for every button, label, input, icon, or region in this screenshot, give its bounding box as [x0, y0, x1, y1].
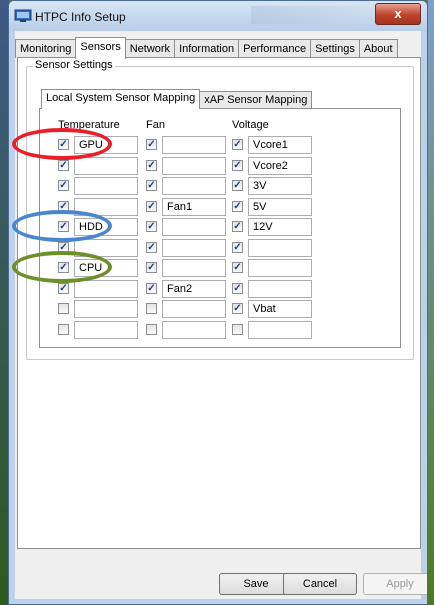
- voltage-checkbox[interactable]: ✓: [232, 303, 243, 314]
- temperature-sensor-field[interactable]: [74, 156, 138, 175]
- tab-local-sensor-mapping[interactable]: Local System Sensor Mapping: [41, 89, 201, 109]
- apply-button[interactable]: Apply: [363, 573, 427, 595]
- voltage-sensor-field[interactable]: 12V: [248, 218, 312, 236]
- fan-checkbox[interactable]: ✓: [146, 221, 157, 232]
- tab-xap-sensor-mapping[interactable]: xAP Sensor Mapping: [199, 91, 313, 108]
- fan-sensor-field[interactable]: Fan2: [162, 279, 226, 298]
- fan-checkbox[interactable]: ✓: [146, 159, 157, 171]
- voltage-sensor-field[interactable]: Vcore2: [248, 156, 312, 175]
- voltage-sensor-field[interactable]: Vcore1: [248, 136, 312, 154]
- inner-tab-strip: Local System Sensor Mapping xAP Sensor Ma…: [41, 89, 313, 109]
- tab-monitoring[interactable]: Monitoring: [15, 39, 77, 58]
- voltage-checkbox[interactable]: ✓: [232, 200, 243, 212]
- sensor-row: [40, 320, 400, 340]
- fan-checkbox[interactable]: ✓: [146, 139, 157, 150]
- voltage-checkbox[interactable]: ✓: [232, 282, 243, 294]
- title-bar[interactable]: HTPC Info Setup x: [9, 1, 427, 31]
- fan-checkbox[interactable]: [146, 323, 157, 335]
- dialog-client-area: Monitoring Sensors Network Information Perfo…: [12, 31, 427, 599]
- voltage-sensor-field[interactable]: [248, 320, 312, 339]
- voltage-sensor-field[interactable]: [248, 259, 312, 277]
- tab-information[interactable]: Information: [174, 39, 240, 58]
- voltage-checkbox[interactable]: ✓: [232, 159, 243, 171]
- voltage-sensor-field[interactable]: [248, 279, 312, 298]
- tab-settings[interactable]: Settings: [310, 39, 360, 58]
- fan-sensor-field[interactable]: [162, 238, 226, 257]
- tab-sensors[interactable]: Sensors: [75, 37, 126, 59]
- background-window-ghost: [251, 6, 371, 24]
- fan-sensor-field[interactable]: [162, 320, 226, 339]
- voltage-checkbox[interactable]: ✓: [232, 262, 243, 273]
- highlight-ring-annotation: [12, 251, 112, 283]
- voltage-sensor-field[interactable]: 5V: [248, 197, 312, 216]
- highlight-ring-annotation: [12, 210, 112, 242]
- fan-header: Fan: [146, 119, 165, 131]
- voltage-checkbox[interactable]: ✓: [232, 221, 243, 232]
- app-window: HTPC Info Setup x Monitoring Sensors Netwo…: [8, 0, 428, 605]
- temperature-sensor-field[interactable]: [74, 279, 138, 298]
- sensor-row: ✓ ✓ ✓ 3V: [40, 176, 400, 196]
- temperature-sensor-field[interactable]: [74, 300, 138, 318]
- close-button[interactable]: x: [375, 3, 421, 25]
- fan-checkbox[interactable]: ✓: [146, 262, 157, 273]
- save-button[interactable]: Save: [219, 573, 293, 595]
- voltage-sensor-field[interactable]: [248, 238, 312, 257]
- fan-sensor-field[interactable]: Fan1: [162, 197, 226, 216]
- fan-checkbox[interactable]: ✓: [146, 180, 157, 191]
- fan-checkbox[interactable]: ✓: [146, 200, 157, 212]
- voltage-checkbox[interactable]: [232, 323, 243, 335]
- temperature-sensor-field[interactable]: [74, 177, 138, 195]
- fan-checkbox[interactable]: ✓: [146, 241, 157, 253]
- fan-sensor-field[interactable]: [162, 177, 226, 195]
- temperature-checkbox[interactable]: ✓: [58, 180, 69, 191]
- voltage-sensor-field[interactable]: 3V: [248, 177, 312, 195]
- temperature-checkbox[interactable]: ✓: [58, 159, 69, 171]
- sensors-tab-panel: Sensor Settings Local System Sensor Mapp…: [12, 57, 421, 549]
- window-title: HTPC Info Setup: [35, 10, 126, 24]
- voltage-checkbox[interactable]: ✓: [232, 241, 243, 253]
- fan-checkbox[interactable]: [146, 303, 157, 314]
- voltage-checkbox[interactable]: ✓: [232, 139, 243, 150]
- sensor-mapping-panel: Temperature Fan Voltage ✓ GPU ✓ ✓ Vcore1 ✓ ✓ ✓ V…: [12, 108, 401, 348]
- sensor-row: ✓ Vbat: [40, 299, 400, 319]
- voltage-sensor-field[interactable]: Vbat: [248, 300, 312, 318]
- fan-sensor-field[interactable]: [162, 259, 226, 277]
- fan-sensor-field[interactable]: [162, 300, 226, 318]
- cancel-button[interactable]: Cancel: [283, 573, 357, 595]
- main-tab-strip: Monitoring Sensors Network Information Perfo…: [15, 37, 398, 59]
- fan-sensor-field[interactable]: [162, 218, 226, 236]
- group-label: Sensor Settings: [33, 59, 115, 71]
- desktop-background-right: [428, 0, 434, 605]
- tab-about[interactable]: About: [358, 39, 398, 58]
- sensor-row: ✓ ✓ Fan2 ✓: [40, 279, 400, 299]
- voltage-header: Voltage: [232, 119, 269, 131]
- fan-checkbox[interactable]: ✓: [146, 282, 157, 294]
- tab-network[interactable]: Network: [124, 39, 176, 58]
- fan-sensor-field[interactable]: [162, 136, 226, 154]
- temperature-checkbox[interactable]: ✓: [58, 282, 69, 294]
- sensor-row: ✓ ✓ ✓ Vcore2: [40, 156, 400, 176]
- sensor-settings-group: Sensor Settings Local System Sensor Mapp…: [12, 59, 414, 360]
- temperature-checkbox[interactable]: [58, 303, 69, 314]
- temperature-checkbox[interactable]: [58, 323, 69, 335]
- voltage-checkbox[interactable]: ✓: [232, 180, 243, 191]
- fan-sensor-field[interactable]: [162, 156, 226, 175]
- highlight-ring-annotation: [12, 128, 112, 160]
- temperature-sensor-field[interactable]: [74, 320, 138, 339]
- tab-performance[interactable]: Performance: [238, 39, 312, 58]
- app-icon: [14, 9, 32, 22]
